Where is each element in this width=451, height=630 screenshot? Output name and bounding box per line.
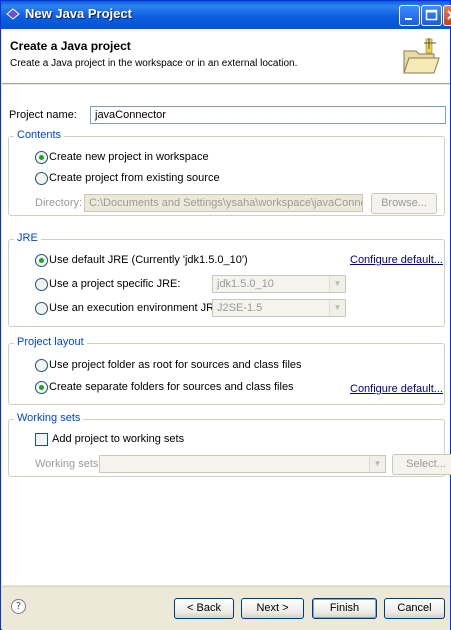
working-sets-combo[interactable]: ▼ [99,455,386,473]
working-sets-group-title: Working sets [14,412,84,424]
jre-group-title: JRE [14,232,41,244]
maximize-button[interactable] [421,5,442,26]
select-working-sets-button[interactable]: Select... [392,454,451,475]
default-jre-radio[interactable] [35,254,48,267]
execution-env-value: J2SE-1.5 [217,302,263,314]
specific-jre-value: jdk1.5.0_10 [217,278,274,290]
browse-button[interactable]: Browse... [371,193,437,214]
project-layout-group-title: Project layout [14,336,87,348]
banner-subtitle: Create a Java project in the workspace o… [10,58,298,69]
specific-jre-label[interactable]: Use a project specific JRE: [49,278,180,290]
project-name-input[interactable]: javaConnector [90,106,446,124]
back-button[interactable]: < Back [174,598,234,619]
layout-configure-default-link[interactable]: Configure default... [350,383,443,395]
new-java-project-dialog: New Java Project Create a Java project C… [0,0,451,630]
folder-as-root-label[interactable]: Use project folder as root for sources a… [49,359,302,371]
separate-folders-label[interactable]: Create separate folders for sources and … [49,381,294,393]
close-icon [447,10,451,20]
dropdown-arrow-icon: ▼ [329,300,345,316]
specific-jre-combo[interactable]: jdk1.5.0_10 ▼ [212,275,346,293]
next-button[interactable]: Next > [241,598,304,619]
cancel-button[interactable]: Cancel [384,598,445,619]
wizard-body: Project name: javaConnector Contents Cre… [2,85,451,585]
existing-source-label[interactable]: Create project from existing source [49,172,220,184]
create-new-project-radio[interactable] [35,151,48,164]
create-new-project-label[interactable]: Create new project in workspace [49,151,209,163]
contents-group-title: Contents [14,129,65,141]
specific-jre-radio[interactable] [35,278,48,291]
wizard-banner: Create a Java project Create a Java proj… [2,29,450,84]
dropdown-arrow-icon: ▼ [329,276,345,292]
jre-configure-default-link[interactable]: Configure default... [350,254,443,266]
separate-folders-radio[interactable] [35,381,48,394]
title-bar[interactable]: New Java Project [1,1,451,29]
add-to-working-sets-checkbox[interactable] [35,433,48,446]
directory-label: Directory: [35,197,83,209]
execution-env-radio[interactable] [35,302,48,315]
working-sets-label: Working sets: [35,458,102,470]
add-to-working-sets-label[interactable]: Add project to working sets [52,433,184,445]
dropdown-arrow-icon: ▼ [369,456,385,472]
maximize-icon [425,9,438,21]
banner-title: Create a Java project [10,39,131,53]
close-button[interactable] [443,5,451,26]
minimize-button[interactable] [399,5,420,26]
help-icon[interactable]: ? [11,599,26,614]
project-layout-group [8,343,445,405]
window-title: New Java Project [25,6,132,21]
folder-as-root-radio[interactable] [35,359,48,372]
wizard-footer: ? < Back Next > Finish Cancel [2,586,450,630]
directory-input[interactable]: C:\Documents and Settings\ysaha\workspac… [84,194,363,212]
finish-button[interactable]: Finish [312,598,377,619]
project-name-label: Project name: [9,109,77,121]
new-folder-icon [403,38,440,74]
minimize-icon [405,18,412,20]
existing-source-radio[interactable] [35,172,48,185]
execution-env-label[interactable]: Use an execution environment JRE: [49,302,224,314]
default-jre-label[interactable]: Use default JRE (Currently 'jdk1.5.0_10'… [49,254,248,266]
execution-env-combo[interactable]: J2SE-1.5 ▼ [212,299,346,317]
java-app-icon [6,8,20,20]
